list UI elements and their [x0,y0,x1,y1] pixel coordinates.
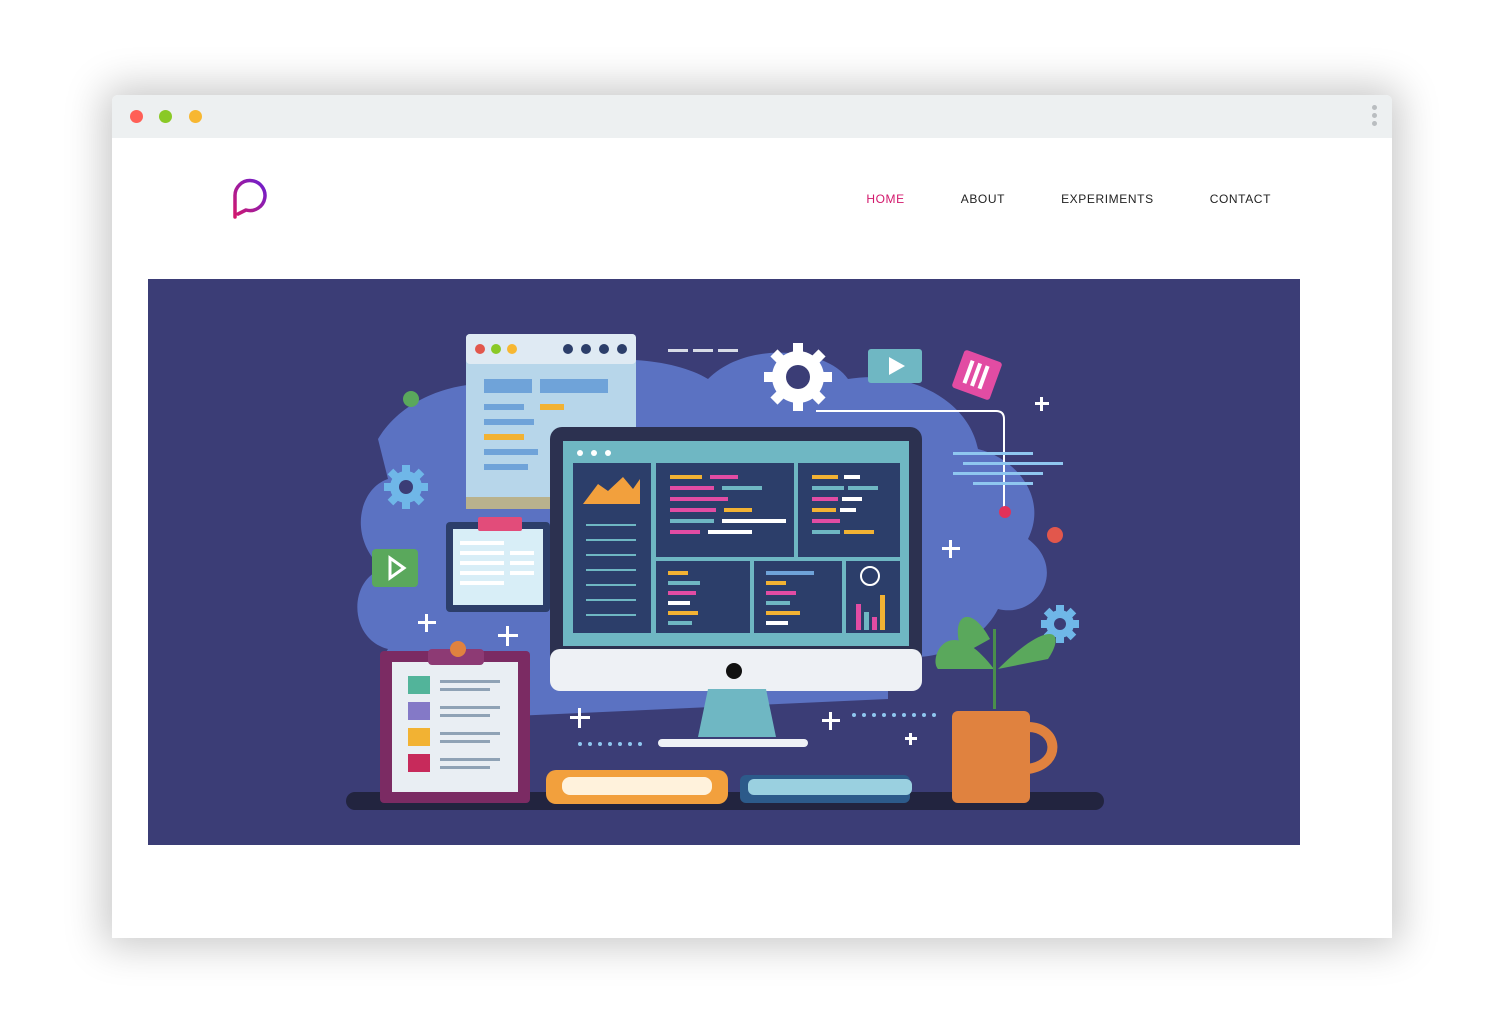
nav-contact[interactable]: CONTACT [1210,192,1271,206]
clipboard-illustration [380,641,530,803]
nav-about[interactable]: ABOUT [961,192,1005,206]
kebab-menu-icon[interactable] [1368,105,1380,129]
minimize-window-button[interactable] [159,110,172,123]
nav-experiments[interactable]: EXPERIMENTS [1061,192,1154,206]
speech-bubble-logo-icon[interactable] [230,176,270,220]
play-icon [868,349,922,383]
gear-icon [764,343,832,411]
books-icon [952,350,1002,400]
gear-icon [384,465,428,509]
browser-window: HOME ABOUT EXPERIMENTS CONTACT [112,95,1392,938]
hero-illustration [148,279,1300,845]
play-icon [372,549,418,587]
main-nav: HOME ABOUT EXPERIMENTS CONTACT [810,192,1271,206]
close-window-button[interactable] [130,110,143,123]
tablet-illustration [446,517,550,612]
browser-titlebar [112,95,1392,138]
zoom-window-button[interactable] [189,110,202,123]
nav-home[interactable]: HOME [866,192,904,206]
plant-mug-illustration [935,616,1058,803]
